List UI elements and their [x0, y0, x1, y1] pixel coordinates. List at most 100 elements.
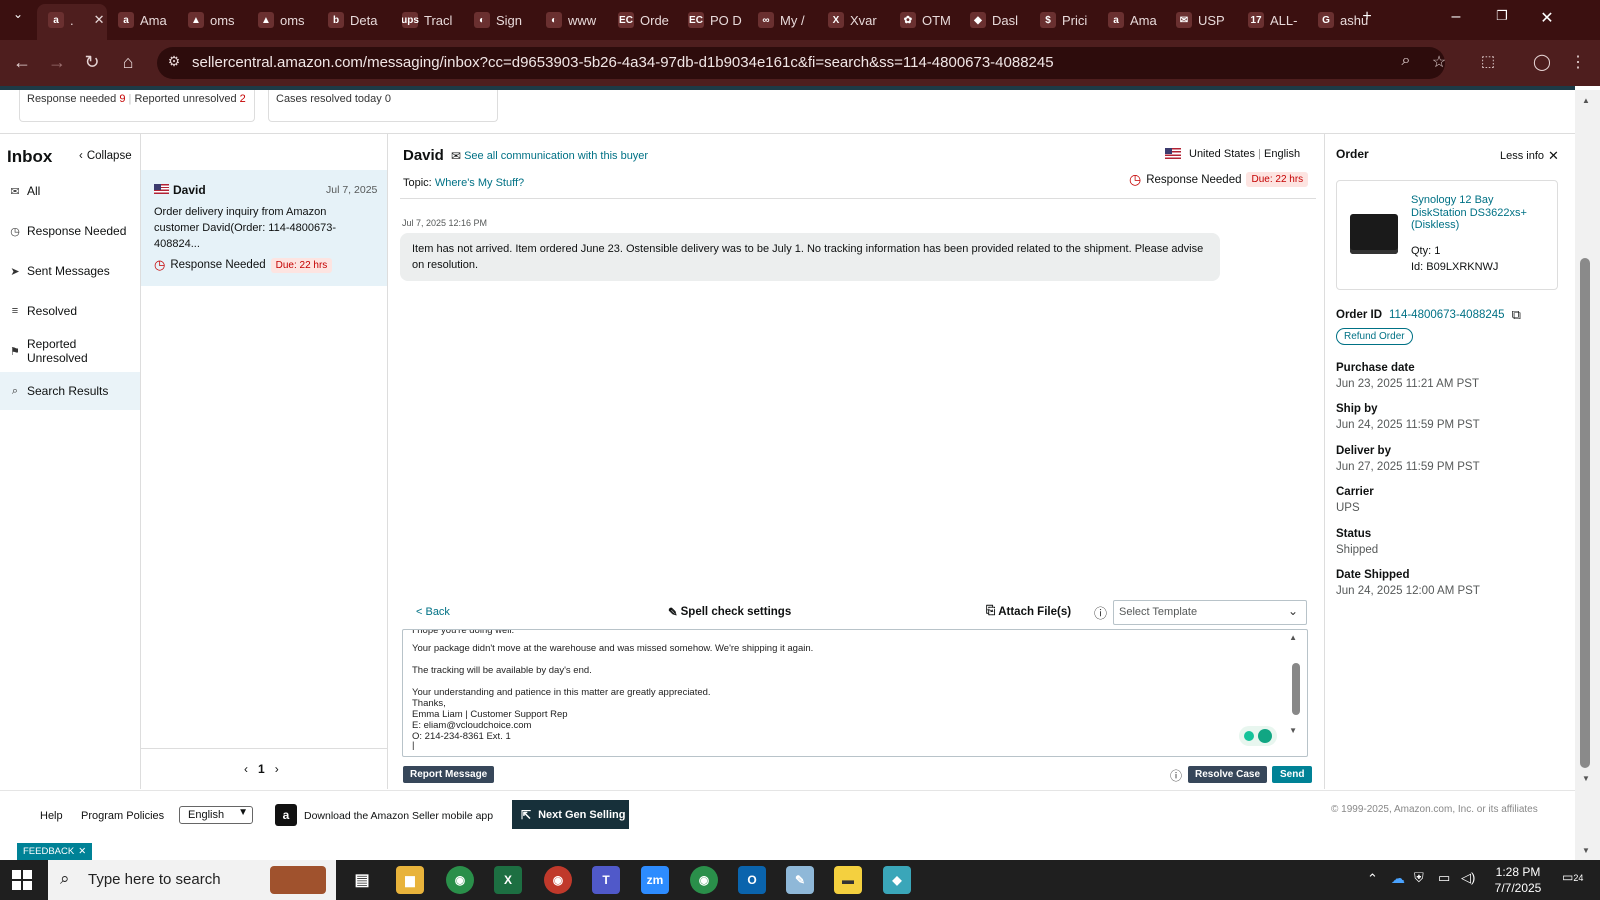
browser-tab[interactable]: ✉ USP [1176, 6, 1238, 34]
browser-tab[interactable]: ups Tracl [402, 6, 464, 34]
info-icon[interactable]: ⓘ [1094, 603, 1107, 622]
home-icon[interactable]: ⌂ [116, 52, 140, 73]
notepad-icon[interactable]: ✎ [786, 866, 814, 894]
mobile-app-link[interactable]: Download the Amazon Seller mobile app [304, 810, 493, 822]
zoom-icon[interactable]: ⌕ [1394, 52, 1418, 70]
page-scroll-thumb[interactable] [1580, 258, 1590, 768]
excel-icon[interactable]: X [494, 866, 522, 894]
sidebar-item-sent-messages[interactable]: ➤ Sent Messages [0, 252, 140, 290]
scroll-down-icon[interactable]: ▼ [1582, 846, 1590, 855]
extensions-icon[interactable]: ⬚ [1476, 52, 1500, 70]
browser-tab[interactable]: ◆ Dasl [970, 6, 1032, 34]
scroll-down-icon[interactable]: ▼ [1582, 774, 1590, 783]
reload-icon[interactable]: ↻ [80, 52, 104, 73]
sidebar-item-resolved[interactable]: ≡ Resolved [0, 292, 140, 330]
browser-tab[interactable]: X Xvar [828, 6, 890, 34]
new-tab-icon[interactable]: + [1355, 8, 1379, 26]
reported-unresolved-count[interactable]: 2 [240, 93, 246, 105]
teams-icon[interactable]: T [592, 866, 620, 894]
sticky-notes-icon[interactable]: ▬ [834, 866, 862, 894]
task-view-icon[interactable]: ▤ [348, 866, 376, 894]
browser-tab[interactable]: $ Prici [1040, 6, 1102, 34]
security-icon[interactable]: ⛨ [1414, 870, 1424, 886]
topic-value[interactable]: Where's My Stuff? [435, 177, 524, 189]
network-icon[interactable]: ▭ [1438, 870, 1450, 886]
back-link[interactable]: < Back [416, 606, 450, 618]
response-needed-count[interactable]: 9 [119, 93, 125, 105]
next-page-icon[interactable]: › [275, 762, 279, 776]
help-link[interactable]: Help [40, 810, 63, 822]
browser-tab[interactable]: a Ama [1108, 6, 1170, 34]
feedback-button[interactable]: FEEDBACK ✕ [17, 843, 93, 860]
notifications-icon[interactable]: ▭24 [1562, 870, 1583, 884]
tray-chevron-icon[interactable]: ⌃ [1367, 871, 1378, 887]
see-all-link[interactable]: ✉ See all communication with this buyer [451, 149, 648, 163]
menu-icon[interactable]: ⋮ [1566, 52, 1590, 72]
resolve-case-button[interactable]: Resolve Case [1188, 766, 1268, 783]
browser-tab[interactable]: ∞ My / [758, 6, 820, 34]
browser-tab[interactable]: ◐ www [546, 6, 608, 34]
forward-icon[interactable]: → [45, 52, 69, 73]
browser-tab[interactable]: EC PO D [688, 6, 750, 34]
browser-tab[interactable]: ▲ oms [188, 6, 250, 34]
browser-tab[interactable]: a. ✕ [48, 6, 104, 34]
grammarly-widget[interactable] [1239, 726, 1277, 746]
back-icon[interactable]: ← [10, 52, 34, 73]
sidebar-item-response-needed[interactable]: ◷ Response Needed [0, 212, 140, 250]
profile-icon[interactable]: ◯ [1530, 52, 1554, 72]
refund-order-button[interactable]: Refund Order [1336, 328, 1413, 345]
textarea-scroll-thumb[interactable] [1292, 663, 1300, 715]
taskbar-search[interactable]: ⌕ Type here to search [48, 860, 336, 900]
browser-tab[interactable]: EC Orde [618, 6, 680, 34]
browser-tab[interactable]: ◐ Sign [474, 6, 536, 34]
zoom-app-icon[interactable]: zm [641, 866, 669, 894]
less-info-button[interactable]: Less info ✕ [1500, 148, 1559, 164]
scroll-down-icon[interactable]: ▼ [1289, 726, 1297, 735]
page-number[interactable]: 1 [258, 762, 265, 776]
order-id-value[interactable]: 114-4800673-4088245 [1389, 309, 1505, 321]
next-gen-selling-button[interactable]: ⇱ Next Gen Selling [512, 800, 629, 829]
windows-start-icon[interactable] [12, 870, 32, 890]
outlook-icon[interactable]: O [738, 866, 766, 894]
chevron-down-icon: ⌄ [1287, 604, 1298, 618]
browser-tab[interactable]: 17 ALL- [1248, 6, 1310, 34]
copy-icon[interactable]: ⧉ [1512, 307, 1521, 323]
product-name[interactable]: Synology 12 Bay DiskStation DS3622xs+ (D… [1411, 194, 1551, 232]
reply-textarea[interactable]: I hope you're doing well. Your package di… [402, 629, 1308, 757]
report-message-button[interactable]: Report Message [403, 766, 495, 783]
sidebar-item-all[interactable]: ✉ All [0, 172, 140, 210]
send-button[interactable]: Send [1272, 766, 1313, 783]
program-policies-link[interactable]: Program Policies [81, 810, 164, 822]
browser-tab[interactable]: b Deta [328, 6, 390, 34]
sidebar-item-search-results[interactable]: ⌕ Search Results [0, 372, 140, 410]
onedrive-icon[interactable]: ☁ [1391, 870, 1405, 887]
tab-search-icon[interactable]: ⌄ [6, 7, 30, 21]
scroll-up-icon[interactable]: ▲ [1289, 633, 1297, 642]
restore-icon[interactable]: ❐ [1490, 8, 1514, 24]
chrome-profile-icon[interactable]: ◉ [690, 866, 718, 894]
chrome-active-icon[interactable]: ◉ [544, 866, 572, 894]
sidebar-item-reported-unresolved[interactable]: ⚑ Reported Unresolved [0, 332, 140, 370]
language-select[interactable]: English ▼ [179, 806, 253, 824]
collapse-button[interactable]: ‹ Collapse [79, 150, 132, 162]
spell-check-button[interactable]: ✎ Spell check settings [668, 605, 791, 619]
prev-page-icon[interactable]: ‹ [244, 762, 248, 776]
chrome-icon[interactable]: ◉ [446, 866, 474, 894]
volume-icon[interactable]: ◁) [1461, 870, 1475, 886]
template-select[interactable]: Select Template ⌄ [1113, 600, 1307, 625]
close-window-icon[interactable]: ✕ [1535, 8, 1559, 28]
minimize-icon[interactable]: – [1444, 8, 1468, 26]
clock[interactable]: 1:28 PM 7/7/2025 [1490, 864, 1546, 896]
browser-tab[interactable]: ▲ oms [258, 6, 320, 34]
browser-tab[interactable]: a Ama [118, 6, 180, 34]
attach-file-button[interactable]: ⎘ Attach File(s) [986, 605, 1071, 618]
site-info-icon[interactable]: ⚙ [162, 53, 186, 70]
file-explorer-icon[interactable]: ▆ [396, 866, 424, 894]
app-icon[interactable]: ◆ [883, 866, 911, 894]
browser-tab[interactable]: ✿ OTM [900, 6, 962, 34]
info-icon[interactable]: ⓘ [1170, 767, 1182, 784]
url-text[interactable]: sellercentral.amazon.com/messaging/inbox… [192, 54, 1054, 71]
bookmark-star-icon[interactable]: ☆ [1427, 52, 1451, 72]
scroll-up-icon[interactable]: ▲ [1582, 96, 1590, 105]
close-tab-icon[interactable]: ✕ [94, 12, 104, 28]
